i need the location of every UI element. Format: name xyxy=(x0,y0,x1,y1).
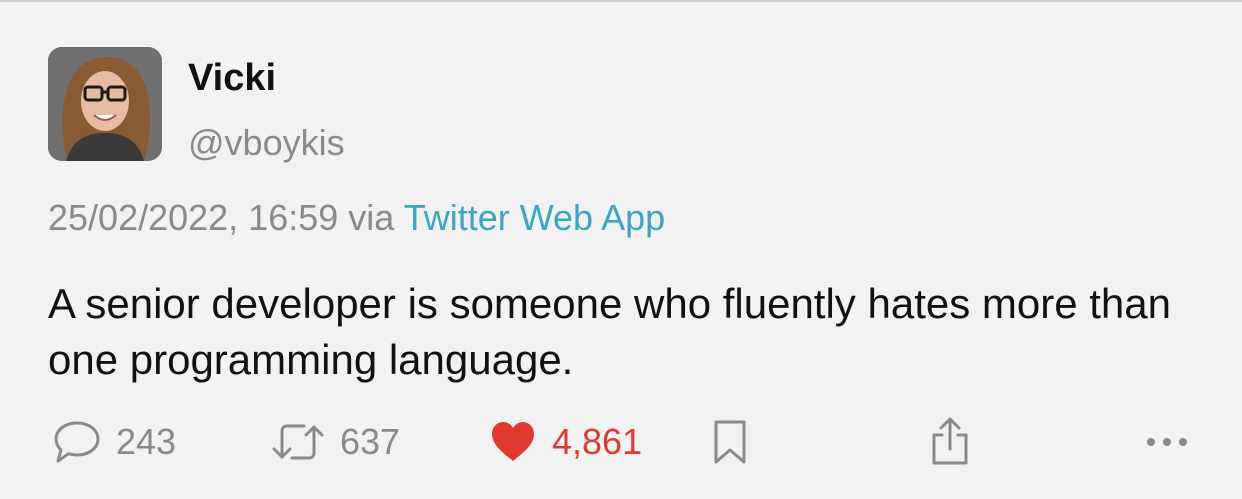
author-display-name[interactable]: Vicki xyxy=(188,56,276,100)
tweet-timestamp: 25/02/2022, 16:59 xyxy=(48,197,339,238)
heart-icon xyxy=(492,422,534,461)
like-count: 4,861 xyxy=(552,421,643,462)
via-label: via xyxy=(348,197,395,238)
share-icon xyxy=(932,417,968,465)
bookmark-icon xyxy=(714,420,746,464)
tweet-meta: 25/02/2022, 16:59 via Twitter Web App xyxy=(48,196,665,240)
avatar[interactable] xyxy=(48,47,162,161)
like-button[interactable]: 4,861 xyxy=(488,418,642,466)
tweet-text: A senior developer is someone who fluent… xyxy=(48,280,1171,383)
tweet-source-link[interactable]: Twitter Web App xyxy=(404,197,665,238)
reply-button[interactable]: 243 xyxy=(52,418,176,466)
share-button[interactable] xyxy=(926,417,974,466)
retweet-count: 637 xyxy=(340,421,401,462)
speech-bubble-icon xyxy=(54,421,100,463)
avatar-image xyxy=(48,47,162,161)
bookmark-button[interactable] xyxy=(710,418,750,466)
retweet-icon xyxy=(272,424,324,460)
top-divider xyxy=(0,0,1242,2)
reply-count: 243 xyxy=(116,421,177,462)
more-options-button[interactable] xyxy=(1144,418,1190,466)
author-handle[interactable]: @vboykis xyxy=(188,122,345,164)
retweet-button[interactable]: 637 xyxy=(270,418,400,466)
ellipsis-icon xyxy=(1147,438,1187,446)
